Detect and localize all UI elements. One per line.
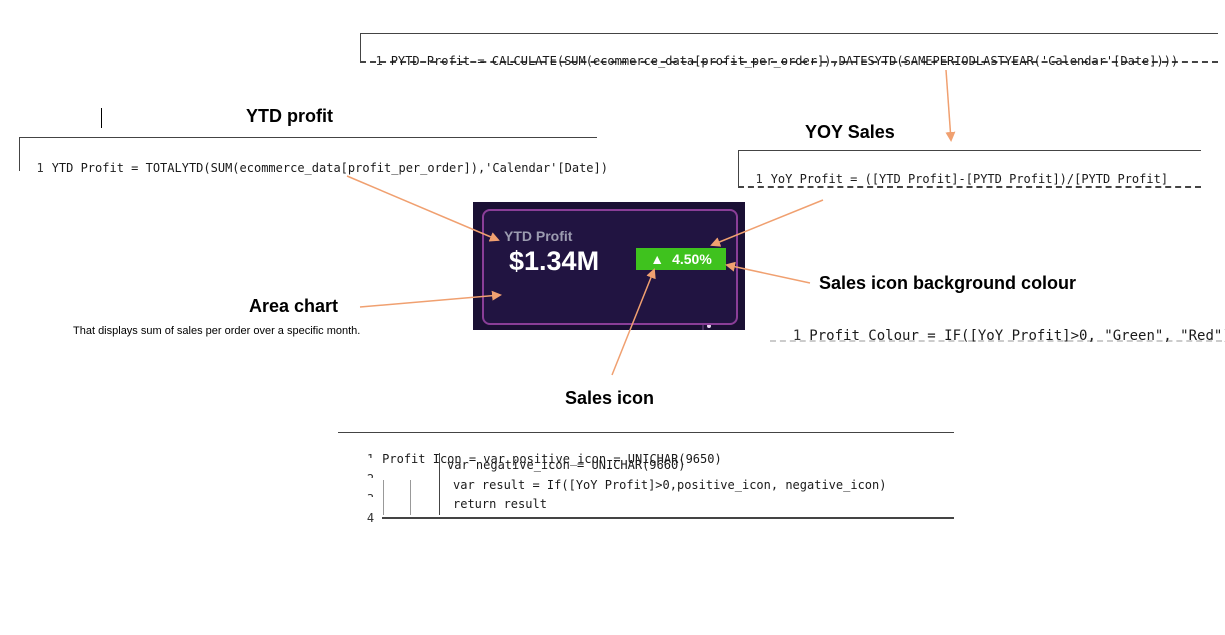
yoy-badge-value: 4.50% (672, 251, 712, 267)
code-text: PYTD Profit = CALCULATE(SUM(ecommerce_da… (390, 54, 1179, 68)
heading-ytd-profit: YTD profit (246, 106, 333, 126)
line-number: 1 (36, 161, 44, 175)
heading-yoy-sales: YOY Sales (805, 122, 895, 142)
code-line-2-text: var negative_icon = UNICHAR(9660) (447, 458, 686, 472)
code-text: YTD Profit = TOTALYTD(SUM(ecommerce_data… (51, 161, 608, 175)
code-pytd: 1 PYTD Profit = CALCULATE(SUM(ecommerce_d… (360, 33, 1218, 68)
code-divider (439, 453, 440, 515)
yoy-badge: ▲ 4.50% (636, 248, 726, 270)
heading-sales-icon: Sales icon (565, 388, 655, 408)
code-line-4-text: return result (453, 497, 547, 511)
up-triangle-icon: ▲ (650, 251, 665, 267)
arrow-pytd-to-yoy (945, 69, 956, 142)
code-ytd: 1 YTD Profit = TOTALYTD(SUM(ecommerce_dat… (19, 137, 608, 175)
code-profit-icon: 1Profit Icon = var positive_icon = UNICH… (338, 432, 954, 539)
kpi-card: YTD Profit $1.34M ▲ 4.50% (473, 202, 745, 330)
kpi-title: YTD Profit (504, 228, 573, 244)
line-number: 4 (366, 511, 375, 525)
code-line-4: 4 (338, 497, 383, 539)
heading-icon-bg-colour: Sales icon background colour (819, 273, 1077, 293)
text-cursor (101, 108, 102, 128)
line-number: 1 (792, 328, 802, 344)
code-profit-colour: 1 Profit Colour = IF([YoY Profit]>0, "Gre… (770, 302, 1225, 344)
heading-area-chart: Area chart (249, 296, 339, 316)
line-number: 1 (375, 54, 383, 68)
line-number: 1 (755, 172, 763, 186)
code-yoy: 1 YoY Profit = ([YTD Profit]-[PYTD Profit… (738, 150, 1201, 188)
code-text: YoY Profit = ([YTD Profit]-[PYTD Profit]… (770, 172, 1169, 186)
code-line-3-text: var result = If([YoY Profit]>0,positive_… (453, 478, 887, 492)
area-chart-note: That displays sum of sales per order ove… (73, 325, 361, 337)
code-text: Profit Colour = IF([YoY Profit]>0, "Gree… (809, 328, 1225, 344)
kpi-value: $1.34M (509, 246, 600, 276)
